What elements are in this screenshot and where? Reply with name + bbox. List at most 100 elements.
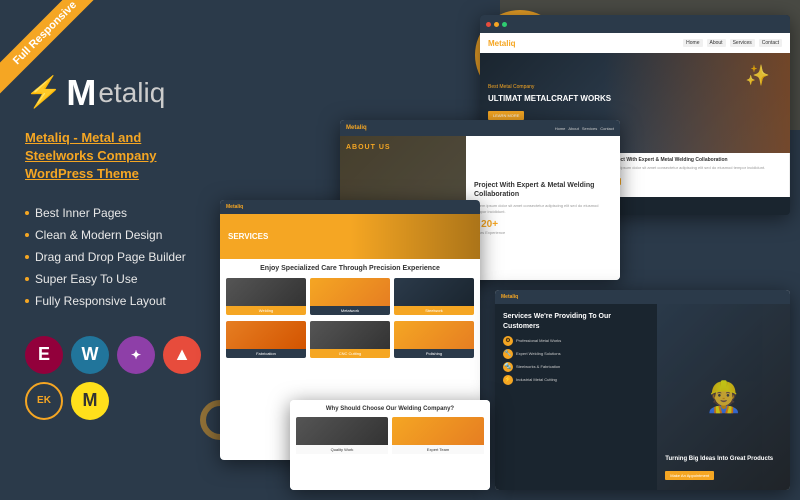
why-title: Why Should Choose Our Welding Company?: [296, 406, 484, 412]
service-label-3: Steelwork: [394, 306, 474, 315]
service-label-4: Fabrication: [226, 349, 306, 358]
why-item-1: Quality Work: [296, 417, 388, 457]
service-item-1: Welding: [226, 278, 306, 315]
footer-title: Turning Big Ideas Into Great Products: [665, 456, 782, 464]
bottom-section: Why Should Choose Our Welding Company? Q…: [290, 400, 490, 490]
cust-icon-4: ⚡: [503, 375, 513, 385]
customer-items: ⚙ Professional Metal Works 🔧 Expert Weld…: [503, 336, 649, 385]
service-img-6: [394, 321, 474, 349]
cust-item-text-3: Steelworks & Fabrication: [516, 364, 560, 369]
elementor-icon[interactable]: E: [25, 336, 63, 374]
cust-item-4: ⚡ Industrial Metal Cutting: [503, 375, 649, 385]
cust-item-text-1: Professional Metal Works: [516, 338, 561, 343]
hero-text-area: Best Metal Company ULTIMAT METALCRAFT WO…: [488, 84, 611, 122]
service-img-5: [310, 321, 390, 349]
feature-drag-drop: Drag and Drop Page Builder: [25, 246, 210, 268]
cust-item-text-4: Industrial Metal Cutting: [516, 377, 557, 382]
cust-item-1: ⚙ Professional Metal Works: [503, 336, 649, 346]
about-logo: Metaliq: [346, 125, 367, 131]
cust-item-3: 🔩 Steelworks & Fabrication: [503, 362, 649, 372]
preview-logo: Metaliq: [488, 39, 516, 48]
hero-title: ULTIMAT METALCRAFT WORKS: [488, 94, 611, 104]
avada-icon[interactable]: ▲: [163, 336, 201, 374]
sparks-decoration: ✨: [745, 63, 770, 88]
why-img-1: [296, 417, 388, 445]
services-row2: Fabrication CNC Cutting Polishing: [226, 321, 474, 358]
feature-easy-use: Super Easy To Use: [25, 268, 210, 290]
wordpress-icon[interactable]: W: [71, 336, 109, 374]
services-hero-text: SERVICES: [228, 232, 268, 241]
cust-item-text-2: Expert Welding Solutions: [516, 351, 561, 356]
feature-responsive: Fully Responsive Layout: [25, 290, 210, 312]
services-hero: SERVICES: [220, 214, 480, 259]
service-item-3: Steelwork: [394, 278, 474, 315]
cust-icon-3: 🔩: [503, 362, 513, 372]
features-list: Best Inner Pages Clean & Modern Design D…: [25, 202, 210, 312]
browser-header: [480, 15, 790, 33]
service-img-4: [226, 321, 306, 349]
service-label-1: Welding: [226, 306, 306, 315]
hero-subtitle: Best Metal Company: [488, 84, 611, 90]
product-title[interactable]: Metaliq - Metal and Steelworks Company W…: [25, 129, 210, 184]
ribbon: Full Responsive: [0, 0, 120, 120]
why-label-2: Expert Team: [392, 445, 484, 454]
about-nav-links: Home About Services Contact: [555, 126, 614, 131]
service-label-2: Metalwork: [310, 306, 390, 315]
services-hero-overlay: [350, 214, 480, 259]
customer-right-text: Turning Big Ideas Into Great Products Ma…: [665, 456, 782, 482]
why-item-2: Expert Team: [392, 417, 484, 457]
mailchimp-icon[interactable]: M: [71, 382, 109, 420]
why-img-2: [392, 417, 484, 445]
service-img-1: [226, 278, 306, 306]
plugin-icons: E W ✦ ▲ EK M: [25, 336, 210, 420]
about-nav: Metaliq Home About Services Contact: [340, 120, 620, 136]
customer-left: Services We're Providing To Our Customer…: [495, 304, 657, 490]
service-img-2: [310, 278, 390, 306]
service-item-4: Fabrication: [226, 321, 306, 358]
customer-body: Services We're Providing To Our Customer…: [495, 304, 790, 490]
about-stats: 20+ Years Experience: [474, 219, 612, 235]
dot-yellow: [494, 22, 499, 27]
service-img-3: [394, 278, 474, 306]
customer-logo: Metaliq: [501, 294, 518, 300]
about-mini-text: Lorem ipsum dolor sit amet consectetur a…: [608, 165, 785, 170]
feature-clean-modern: Clean & Modern Design: [25, 224, 210, 246]
about-mini-title: Project With Expert & Metal Welding Coll…: [608, 157, 785, 163]
appointment-button[interactable]: Make An Appointment: [665, 471, 714, 480]
why-grid: Quality Work Expert Team: [296, 417, 484, 457]
about-section-label: ABOUT US: [346, 144, 391, 151]
services-grid: Welding Metalwork Steelwork: [226, 278, 474, 315]
screenshot-customer: Metaliq Services We're Providing To Our …: [495, 290, 790, 490]
cust-item-2: 🔧 Expert Welding Solutions: [503, 349, 649, 359]
cust-icon-2: 🔧: [503, 349, 513, 359]
nav-links: Home About Services Contact: [683, 39, 782, 47]
service-label-5: CNC Cutting: [310, 349, 390, 358]
hero-cta-button[interactable]: LEARN MORE: [488, 111, 524, 120]
about-right-text: Lorem ipsum dolor sit amet consectetur a…: [474, 203, 612, 215]
right-panel: Metaliq Home About Services Contact ✨ Be…: [230, 0, 800, 500]
feature-best-inner-pages: Best Inner Pages: [25, 202, 210, 224]
service-item-6: Polishing: [394, 321, 474, 358]
services-body: Enjoy Specialized Care Through Precision…: [220, 259, 480, 364]
about-right-content: Project With Expert & Metal Welding Coll…: [466, 136, 620, 280]
customer-title: Services We're Providing To Our Customer…: [503, 312, 649, 332]
divi-icon[interactable]: ✦: [117, 336, 155, 374]
screenshot-bottom: Why Should Choose Our Welding Company? Q…: [290, 400, 490, 490]
services-logo: Metaliq: [226, 204, 243, 210]
services-section-title: Enjoy Specialized Care Through Precision…: [226, 265, 474, 272]
service-item-5: CNC Cutting: [310, 321, 390, 358]
dot-red: [486, 22, 491, 27]
ek-icon[interactable]: EK: [25, 382, 63, 420]
service-item-2: Metalwork: [310, 278, 390, 315]
services-nav: Metaliq: [220, 200, 480, 214]
service-label-6: Polishing: [394, 349, 474, 358]
site-nav-desktop: Metaliq Home About Services Contact: [480, 33, 790, 53]
customer-right: 👷 Turning Big Ideas Into Great Products …: [657, 304, 790, 490]
customer-nav: Metaliq: [495, 290, 790, 304]
about-right-title: Project With Expert & Metal Welding Coll…: [474, 181, 612, 199]
ribbon-label: Full Responsive: [0, 0, 106, 94]
why-label-1: Quality Work: [296, 445, 388, 454]
about-text-col: Project With Expert & Metal Welding Coll…: [604, 153, 790, 197]
dot-green: [502, 22, 507, 27]
cust-icon-1: ⚙: [503, 336, 513, 346]
